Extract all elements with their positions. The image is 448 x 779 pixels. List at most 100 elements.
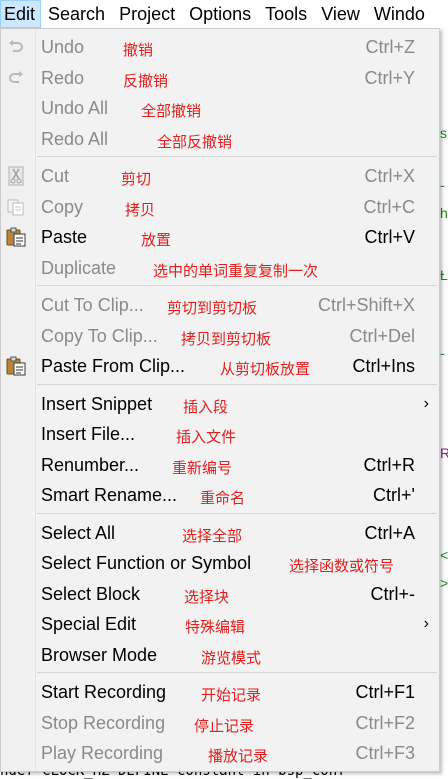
editor-code-fragment: L [440, 267, 448, 283]
menu-item-play-recording[interactable]: Play Recording 播放记录 Ctrl+F3 [1, 738, 439, 768]
menu-item-annotation: 剪切到剪切板 [167, 299, 258, 317]
menu-item-select-block[interactable]: Select Block 选择块 Ctrl+- [1, 579, 439, 609]
menu-item-select-all[interactable]: Select All 选择全部 Ctrl+A [1, 518, 439, 548]
menu-item-annotation: 插入段 [183, 397, 229, 416]
menu-item-annotation: 全部撤销 [141, 102, 202, 120]
menu-item-label: Stop Recording [41, 712, 166, 733]
menu-item-insert-file[interactable]: Insert File... 插入文件 [1, 419, 439, 449]
menu-item-shortcut: Ctrl+Ins [352, 356, 415, 376]
menu-item-paste-from-clip[interactable]: Paste From Clip... 从剪切板放置 Ctrl+Ins [1, 351, 439, 381]
menu-item-label: Select Function or Symbol [41, 553, 252, 573]
menu-item-label: Special Edit [41, 614, 137, 634]
menu-item-label: Select All [41, 522, 116, 543]
editor-background-strip: s - h - L - R < > [440, 28, 448, 779]
menu-item-label: Renumber... [41, 454, 140, 475]
menubar-item-tools[interactable]: Tools [258, 0, 314, 28]
menu-item-shortcut: Ctrl+F3 [355, 743, 415, 763]
menu-item-annotation: 选择函数或符号 [289, 557, 395, 575]
menu-item-annotation: 撤销 [123, 41, 154, 59]
menu-item-shortcut: Ctrl+R [363, 454, 415, 475]
menu-separator [37, 285, 437, 286]
menu-item-undo-all[interactable]: Undo All 全部撤销 [1, 93, 439, 123]
menu-item-annotation: 游览模式 [201, 648, 262, 667]
menu-item-cut[interactable]: Cut 剪切 Ctrl+X [1, 161, 439, 191]
menu-item-label: Cut [41, 166, 70, 186]
menu-item-special-edit[interactable]: Special Edit 特殊编辑 › [1, 609, 439, 639]
menu-item-annotation: 选中的单词重复复制一次 [153, 261, 319, 280]
menu-item-shortcut: Ctrl+F2 [355, 712, 415, 733]
menu-item-label: Copy [41, 196, 84, 217]
menubar-item-view[interactable]: View [314, 0, 367, 28]
menubar-item-project[interactable]: Project [112, 0, 182, 28]
editor-code-fragment: - [440, 345, 445, 361]
menu-item-label: Smart Rename... [41, 485, 178, 505]
menu-separator [37, 383, 437, 385]
menu-bar: Edit Search Project Options Tools View Windo [0, 0, 448, 28]
menu-item-annotation: 插入文件 [176, 428, 237, 446]
menu-item-copy-to-clip[interactable]: Copy To Clip... 拷贝到剪切板 Ctrl+Del [1, 321, 439, 351]
menu-item-annotation: 反撤销 [123, 71, 169, 90]
menu-item-annotation: 拷贝 [125, 200, 156, 219]
menu-item-redo[interactable]: Redo 反撤销 Ctrl+Y [1, 63, 439, 93]
menubar-item-edit[interactable]: Edit [0, 0, 42, 28]
menu-item-stop-recording[interactable]: Stop Recording 停止记录 Ctrl+F2 [1, 708, 439, 738]
menu-item-label: Play Recording [41, 743, 164, 763]
redo-icon [5, 68, 27, 88]
edit-dropdown-menu: Undo 撤销 Ctrl+Z Redo 反撤销 Ctrl+Y Undo All 全部撤销 Red… [0, 28, 440, 772]
menu-item-label: Browser Mode [41, 644, 158, 665]
menubar-item-windo[interactable]: Windo [367, 0, 432, 28]
menu-item-label: Duplicate [41, 257, 117, 278]
menu-item-label: Paste [41, 227, 88, 247]
menu-item-label: Cut To Clip... [41, 295, 144, 315]
menu-item-duplicate[interactable]: Duplicate 选中的单词重复复制一次 [1, 253, 439, 283]
menubar-item-search[interactable]: Search [41, 0, 112, 28]
menu-item-shortcut: Ctrl+C [363, 196, 415, 217]
menu-item-insert-snippet[interactable]: Insert Snippet 插入段 › [1, 389, 439, 419]
menu-item-label: Redo [41, 67, 85, 88]
menu-item-renumber[interactable]: Renumber... 重新编号 Ctrl+R [1, 450, 439, 480]
menu-item-shortcut: Ctrl+Y [364, 67, 415, 88]
editor-code-fragment: - [440, 177, 445, 193]
menu-item-smart-rename[interactable]: Smart Rename... 重命名 Ctrl+' [1, 480, 439, 510]
menu-item-annotation: 开始记录 [201, 686, 262, 704]
menu-item-start-recording[interactable]: Start Recording 开始记录 Ctrl+F1 [1, 677, 439, 707]
menu-item-label: Select Block [41, 583, 141, 604]
menu-item-label: Undo [41, 37, 85, 57]
menu-item-label: Start Recording [41, 682, 167, 702]
menu-item-cut-to-clip[interactable]: Cut To Clip... 剪切到剪切板 Ctrl+Shift+X [1, 290, 439, 320]
menu-item-select-function-or-symbol[interactable]: Select Function or Symbol 选择函数或符号 [1, 548, 439, 578]
menu-item-label: Paste From Clip... [41, 356, 186, 376]
undo-icon [5, 37, 27, 57]
menu-item-shortcut: Ctrl+V [364, 227, 415, 247]
menu-item-annotation: 剪切 [121, 170, 152, 188]
menu-item-shortcut: Ctrl+X [364, 166, 415, 186]
menu-item-shortcut: Ctrl+' [373, 485, 415, 505]
menu-item-annotation: 选择块 [184, 587, 230, 606]
menu-item-shortcut: Ctrl+- [370, 583, 416, 604]
submenu-arrow-icon: › [423, 615, 429, 632]
menu-item-shortcut: Ctrl+A [364, 522, 415, 543]
menu-item-shortcut: Ctrl+Del [349, 325, 415, 346]
editor-code-fragment: > [440, 575, 448, 591]
menu-item-label: Redo All [41, 128, 109, 149]
menu-item-annotation: 选择全部 [182, 526, 243, 545]
menu-item-undo[interactable]: Undo 撤销 Ctrl+Z [1, 32, 439, 62]
menu-item-annotation: 从剪切板放置 [220, 360, 311, 378]
menu-item-shortcut: Ctrl+Z [365, 37, 416, 57]
menu-item-label: Insert Snippet [41, 393, 153, 414]
menu-item-browser-mode[interactable]: Browser Mode 游览模式 [1, 640, 439, 670]
copy-icon [5, 197, 27, 217]
clipboard-icon [5, 356, 27, 376]
menu-item-redo-all[interactable]: Redo All 全部反撤销 [1, 124, 439, 154]
menu-item-annotation: 播放记录 [208, 747, 269, 765]
menu-separator [37, 672, 437, 673]
menu-item-shortcut: Ctrl+Shift+X [317, 295, 415, 315]
menu-item-paste[interactable]: Paste 放置 Ctrl+V [1, 222, 439, 252]
menu-item-copy[interactable]: Copy 拷贝 Ctrl+C [1, 192, 439, 222]
menu-item-annotation: 全部反撤销 [157, 132, 233, 151]
menubar-item-options[interactable]: Options [182, 0, 258, 28]
menu-item-annotation: 拷贝到剪切板 [181, 329, 272, 348]
menu-item-label: Insert File... [41, 424, 136, 444]
menu-item-annotation: 放置 [141, 231, 172, 249]
editor-code-fragment: < [440, 547, 448, 563]
